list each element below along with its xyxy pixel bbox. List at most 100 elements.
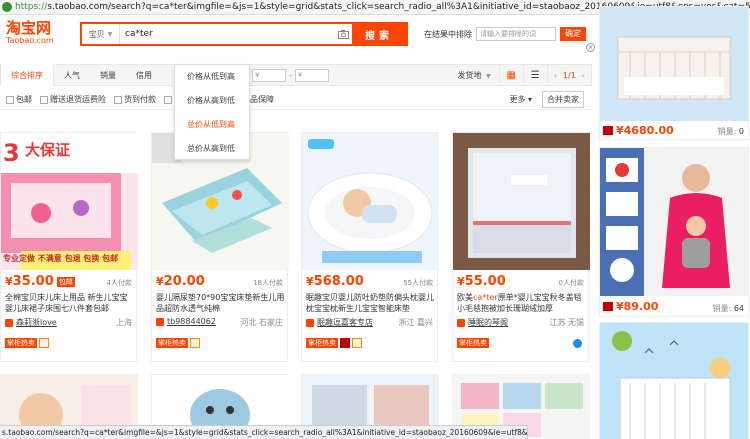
shop-link[interactable]: tb98844062 xyxy=(156,317,216,326)
location: 上海 xyxy=(116,318,132,327)
hot-seller-tag[interactable]: 掌柜热卖 xyxy=(5,338,37,348)
logo-text-en: Taobao.com xyxy=(6,36,54,45)
cart-icon[interactable] xyxy=(603,126,613,135)
cart-icon[interactable] xyxy=(603,302,613,311)
search-button[interactable]: 搜索 xyxy=(352,24,406,44)
merge-sellers-button[interactable]: 合并卖家 xyxy=(542,91,584,108)
ship-from-select[interactable]: 发货地 ▼ xyxy=(450,70,499,81)
hot-seller-tag[interactable]: 掌柜热卖 xyxy=(306,338,338,348)
tag-row: 掌柜热卖 xyxy=(457,338,489,348)
shop-link[interactable]: 睡眠的琴阁 xyxy=(457,317,508,328)
product-card[interactable]: ¥55.00 0人付款 欧美ca*ter原单*婴儿宝宝秋冬盖毯小毛毯抱被加长珊瑚… xyxy=(452,132,590,362)
hot-seller-tag[interactable]: 掌柜热卖 xyxy=(457,338,489,348)
product-title[interactable]: 眠趣宝贝婴儿防吐奶垫防偏头枕婴儿枕宝宝枕新生儿宝宝智能床垫 xyxy=(306,292,436,314)
shop-icon xyxy=(5,318,13,327)
menu-total-asc[interactable]: 总价从低到高 xyxy=(175,113,249,137)
free-shipping-badge: 包邮 xyxy=(56,276,75,287)
chat-icon[interactable] xyxy=(573,339,582,348)
location: 浙江 嘉兴 xyxy=(398,318,433,327)
url-scheme: https:// xyxy=(15,2,48,12)
sort-popularity-label: 人气 xyxy=(64,70,80,80)
shop-icon xyxy=(457,318,465,327)
menu-total-desc[interactable]: 总价从高到低 xyxy=(175,137,249,161)
filter-cod[interactable]: 货到付款 xyxy=(114,94,156,105)
svg-text:3: 3 xyxy=(3,139,20,167)
taobao-logo[interactable]: 淘宝网 Taobao.com xyxy=(6,20,60,48)
exclude-confirm-button[interactable]: 确定 xyxy=(560,27,586,41)
exclude-label: 在结果中排除 xyxy=(424,29,472,39)
ad-card[interactable]: ¥89.00 销量: 64 xyxy=(599,147,749,317)
chevron-down-icon: ▼ xyxy=(486,72,491,80)
product-card[interactable]: 3 大保证 专业定做 不满意 包退 包换 包邮 ¥35.00 包邮 4人付款 全棉… xyxy=(0,132,138,362)
status-bar: s.taobao.com/search?q=ca*ter&imgfile=&js… xyxy=(0,425,528,439)
close-icon[interactable]: × xyxy=(586,43,595,52)
product-price: ¥55.00 xyxy=(457,274,506,289)
product-price: ¥568.00 xyxy=(306,274,364,289)
tag-row: 掌柜热卖 xyxy=(306,338,362,348)
shop-icon xyxy=(306,318,314,327)
ad-image[interactable] xyxy=(600,148,748,296)
exclude-filter: 在结果中排除 请输入要排除的词 确定 xyxy=(424,27,586,41)
prev-page-icon[interactable]: ‹ xyxy=(554,71,557,80)
next-page-icon[interactable]: › xyxy=(582,71,585,80)
sort-bar: 综合排序 人气 销量 信用 ¥ - ¥ 发货地 ▼ ▦ ☰ ‹ 1/1 › xyxy=(0,64,592,86)
ad-price: ¥4680.00 xyxy=(603,124,674,137)
checkbox-icon xyxy=(164,95,172,104)
menu-price-desc[interactable]: 价格从高到低 xyxy=(175,89,249,113)
search-input[interactable] xyxy=(120,24,334,44)
sort-default[interactable]: 综合排序 xyxy=(1,64,54,86)
shop-link[interactable]: 眠趣逗嘉客专店 xyxy=(306,317,373,328)
price-max-input[interactable]: ¥ xyxy=(294,68,329,82)
grid-view-icon[interactable]: ▦ xyxy=(498,64,523,86)
secure-site-icon xyxy=(2,2,12,12)
price-min-input[interactable]: ¥ xyxy=(252,68,286,82)
menu-price-asc[interactable]: 价格从低到高 xyxy=(175,65,249,89)
product-title[interactable]: 婴儿隔尿垫70*90宝宝床垫新生儿用品超防水透气纯棉 xyxy=(156,292,286,314)
shop-link[interactable]: 森莉浙love xyxy=(5,317,57,328)
paid-count: 55人付款 xyxy=(403,279,433,287)
search-category-label: 宝贝 xyxy=(88,29,105,39)
checkbox-icon xyxy=(6,95,14,104)
product-card[interactable]: ¥20.00 18人付款 婴儿隔尿垫70*90宝宝床垫新生儿用品超防水透气纯棉 … xyxy=(151,132,289,362)
hot-seller-tag[interactable]: 掌柜热卖 xyxy=(156,338,188,348)
tag-row: 掌柜热卖 xyxy=(156,338,200,348)
filter-return-insurance[interactable]: 赠送退货运费险 xyxy=(40,94,106,105)
ad-image[interactable] xyxy=(600,7,748,121)
page-indicator: 1/1 xyxy=(562,70,576,80)
service-icon[interactable] xyxy=(190,338,200,348)
ad-sales: 销量: 0 xyxy=(717,127,744,136)
paid-count: 4人付款 xyxy=(106,279,132,287)
product-image[interactable] xyxy=(453,133,590,270)
paid-count: 18人付款 xyxy=(253,279,283,287)
tag-row: 掌柜热卖 xyxy=(5,338,49,348)
filter-more[interactable]: 更多 ▾ xyxy=(509,94,532,105)
ad-image[interactable] xyxy=(600,323,748,439)
sort-credit-label: 信用 xyxy=(136,70,152,80)
search-category-select[interactable]: 宝贝 ▼ xyxy=(82,24,120,44)
ad-card[interactable]: ¥4680.00 销量: 0 xyxy=(599,6,749,140)
location: 河北 石家庄 xyxy=(240,318,283,327)
product-price: ¥20.00 xyxy=(156,274,205,289)
pager: ‹ 1/1 › xyxy=(546,64,591,86)
price-sort-menu: 价格从低到高 价格从高到低 总价从低到高 总价从高到低 xyxy=(174,64,250,160)
camera-icon[interactable] xyxy=(334,24,352,44)
service-icon[interactable] xyxy=(39,338,49,348)
product-card[interactable]: ¥568.00 55人付款 眠趣宝贝婴儿防吐奶垫防偏头枕婴儿枕宝宝枕新生儿宝宝智… xyxy=(301,132,439,362)
filter-free-shipping[interactable]: 包邮 xyxy=(6,94,32,105)
product-title[interactable]: 欧美ca*ter原单*婴儿宝宝秋冬盖毯小毛毯抱被加长珊瑚绒加厚 xyxy=(457,292,587,314)
ad-card[interactable] xyxy=(599,322,749,439)
product-image[interactable] xyxy=(302,133,439,270)
exclude-input[interactable]: 请输入要排除的词 xyxy=(476,27,556,41)
list-view-icon[interactable]: ☰ xyxy=(522,64,547,86)
sort-credit[interactable]: 信用 xyxy=(126,64,162,86)
product-title[interactable]: 全棉宝贝床儿床上用品 新生儿宝宝婴儿床裙子床围七八件套包邮 xyxy=(5,292,135,314)
logo-text-cn: 淘宝网 xyxy=(6,19,52,37)
ad-price: ¥89.00 xyxy=(603,300,658,313)
chevron-down-icon: ▼ xyxy=(107,30,113,38)
product-image[interactable]: 3 大保证 专业定做 不满意 包退 包换 包邮 xyxy=(1,133,138,270)
service-icon[interactable] xyxy=(352,338,362,348)
tmall-icon[interactable] xyxy=(340,338,350,348)
sort-popularity[interactable]: 人气 xyxy=(54,64,90,86)
paid-count: 0人付款 xyxy=(558,279,584,287)
sort-sales[interactable]: 销量 xyxy=(90,64,126,86)
